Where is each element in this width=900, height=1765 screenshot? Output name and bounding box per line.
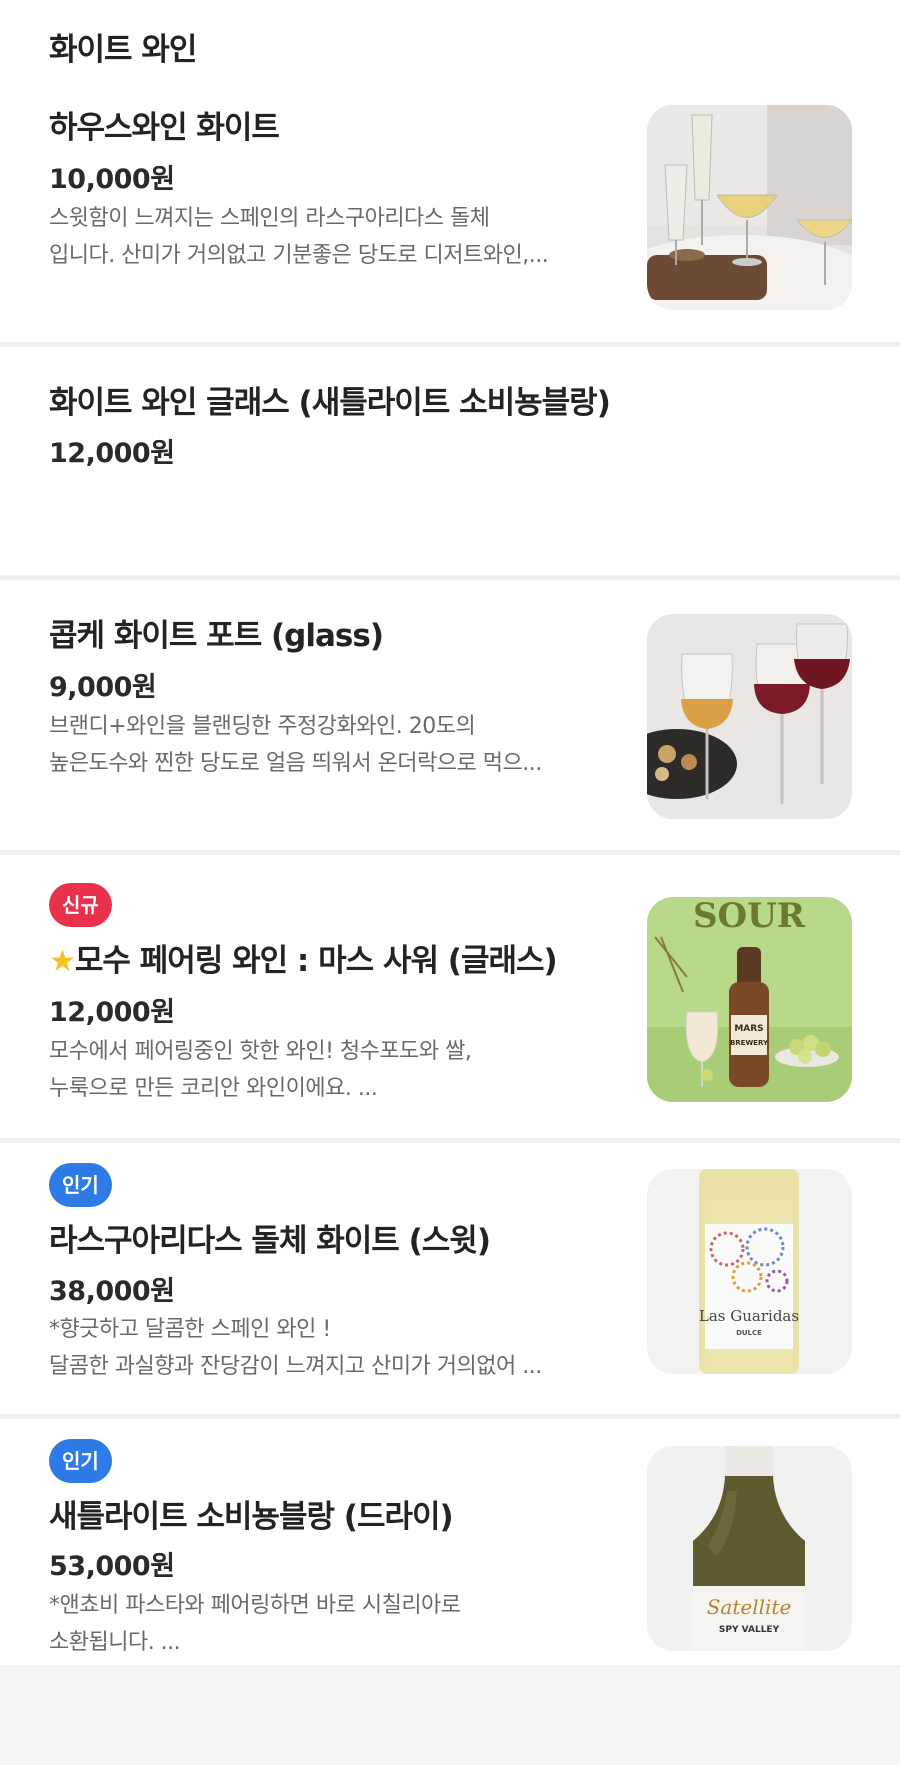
image-text-brewery: BREWERY (730, 1039, 769, 1047)
image-text-label: Las Guaridas (699, 1307, 799, 1325)
menu-item-name: ★모수 페어링 와인 : 마스 사워 (글래스) (49, 935, 558, 980)
las-guaridas-bottle-image: Las Guaridas DULCE (647, 1169, 852, 1374)
menu-item-price: 10,000원 (49, 164, 175, 195)
menu-item-price: 53,000원 (49, 1551, 175, 1582)
popular-badge: 인기 (49, 1439, 112, 1483)
menu-item-thumbnail[interactable] (647, 614, 852, 819)
menu-item-price: 9,000원 (49, 672, 157, 703)
menu-item-price: 12,000원 (49, 997, 175, 1028)
menu-item-desc-line: 누룩으로 만든 코리안 와인이에요. ... (49, 1076, 378, 1101)
menu-item-thumbnail[interactable]: Satellite SPY VALLEY (647, 1446, 852, 1651)
port-wine-glasses-image (647, 614, 852, 819)
menu-item-name: 새틀라이트 소비뇽블랑 (드라이) (49, 1499, 454, 1535)
menu-item-thumbnail[interactable]: Las Guaridas DULCE (647, 1169, 852, 1374)
section-title: 화이트 와인 (49, 32, 197, 68)
menu-item-description: 모수에서 페어링중인 핫한 와인! 청수포도와 쌀, 누룩으로 만든 코리안 와… (49, 1033, 472, 1107)
star-icon: ★ (49, 944, 76, 979)
new-badge: 신규 (49, 883, 112, 927)
menu-item-mosu-pairing-wine[interactable]: 신규 ★모수 페어링 와인 : 마스 사워 (글래스) 12,000원 모수에서… (0, 855, 900, 1143)
menu-item-name: 콥케 화이트 포트 (glass) (49, 618, 384, 654)
image-text-sub: SPY VALLEY (719, 1625, 780, 1635)
menu-item-name-text: 모수 페어링 와인 : 마스 사워 (글래스) (74, 943, 558, 979)
image-text-sub: DULCE (736, 1329, 762, 1337)
white-wine-glasses-image (647, 105, 852, 310)
menu-page: 화이트 와인 하우스와인 화이트 10,000원 스윗함이 느껴지는 스페인의 … (0, 0, 900, 1765)
mars-sour-wine-image: SOUR MARS BREWERY (647, 897, 852, 1102)
popular-badge: 인기 (49, 1163, 112, 1207)
menu-item-price: 38,000원 (49, 1276, 175, 1307)
menu-item-desc-line: 입니다. 산미가 거의없고 기분좋은 당도로 디저트와인,... (49, 243, 549, 268)
menu-item-desc-line: 소환됩니다. ... (49, 1630, 181, 1655)
menu-item-desc-line: 브랜디+와인을 블랜딩한 주정강화와인. 20도의 (49, 714, 476, 739)
menu-item-house-white[interactable]: 하우스와인 화이트 10,000원 스윗함이 느껴지는 스페인의 라스구아리다스… (0, 92, 900, 347)
image-text-label: Satellite (707, 1595, 792, 1619)
section-header: 화이트 와인 (0, 0, 900, 92)
menu-item-description: 브랜디+와인을 블랜딩한 주정강화와인. 20도의 높은도수와 찐한 당도로 얼… (49, 708, 542, 782)
menu-item-desc-line: 달콤한 과실향과 잔당감이 느껴지고 산미가 거의없어 ... (49, 1354, 542, 1379)
menu-item-description: *향긋하고 달콤한 스페인 와인 ! 달콤한 과실향과 잔당감이 느껴지고 산미… (49, 1311, 542, 1385)
menu-item-satellite-sauvignon-blanc[interactable]: 인기 새틀라이트 소비뇽블랑 (드라이) 53,000원 *앤쵸비 파스타와 페… (0, 1419, 900, 1665)
image-text-mars: MARS (734, 1024, 763, 1034)
menu-item-desc-line: *앤쵸비 파스타와 페어링하면 바로 시칠리아로 (49, 1593, 461, 1618)
menu-item-desc-line: 모수에서 페어링중인 핫한 와인! 청수포도와 쌀, (49, 1039, 472, 1064)
menu-item-name: 라스구아리다스 돌체 화이트 (스윗) (49, 1223, 491, 1259)
menu-item-description: *앤쵸비 파스타와 페어링하면 바로 시칠리아로 소환됩니다. ... (49, 1587, 461, 1661)
menu-item-price: 12,000원 (49, 438, 175, 469)
menu-item-white-glass-satellite[interactable]: 화이트 와인 글래스 (새틀라이트 소비뇽블랑) 12,000원 (0, 347, 900, 580)
menu-item-thumbnail[interactable] (647, 105, 852, 310)
menu-item-description: 스윗함이 느껴지는 스페인의 라스구아리다스 돌체 입니다. 산미가 거의없고 … (49, 200, 549, 274)
menu-item-thumbnail[interactable]: SOUR MARS BREWERY (647, 897, 852, 1102)
menu-item-desc-line: *향긋하고 달콤한 스페인 와인 ! (49, 1317, 331, 1342)
menu-item-las-guaridas-dulce[interactable]: 인기 라스구아리다스 돌체 화이트 (스윗) 38,000원 *향긋하고 달콤한… (0, 1143, 900, 1419)
menu-item-kopke-white-port[interactable]: 콥케 화이트 포트 (glass) 9,000원 브랜디+와인을 블랜딩한 주정… (0, 580, 900, 855)
menu-item-name: 하우스와인 화이트 (49, 110, 280, 146)
menu-item-desc-line: 스윗함이 느껴지는 스페인의 라스구아리다스 돌체 (49, 206, 490, 231)
menu-item-desc-line: 높은도수와 찐한 당도로 얼음 띄워서 온더락으로 먹으... (49, 751, 542, 776)
satellite-bottle-image: Satellite SPY VALLEY (647, 1446, 852, 1651)
menu-item-name: 화이트 와인 글래스 (새틀라이트 소비뇽블랑) (49, 385, 611, 421)
image-text-sour: SOUR (693, 897, 806, 936)
